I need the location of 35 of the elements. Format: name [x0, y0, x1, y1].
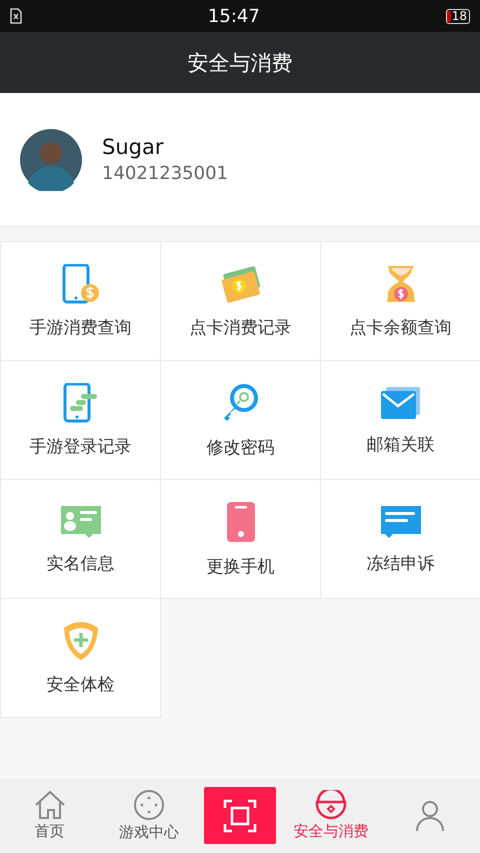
menu-tile[interactable]: 安全体检: [0, 598, 161, 718]
message-icon: [380, 504, 422, 540]
tab-bar-item[interactable]: 游戏中心: [104, 789, 193, 842]
scan-icon: [222, 798, 257, 832]
person-icon: [415, 800, 446, 832]
menu-tile[interactable]: 邮箱关联: [320, 360, 480, 480]
shield-icon: [62, 620, 100, 660]
lock-icon: [315, 790, 348, 820]
mail-icon: [380, 384, 422, 420]
menu-tile[interactable]: 手游登录记录: [0, 360, 161, 480]
phone-icon: [226, 500, 256, 542]
tab-bar-item[interactable]: 首页: [6, 790, 94, 841]
sim-icon: [10, 8, 22, 24]
menu-tile[interactable]: 更换手机: [160, 479, 321, 599]
menu-tile[interactable]: 点卡余额查询: [320, 241, 480, 361]
page-title: 安全与消费: [188, 50, 292, 76]
phone-coin-icon: [62, 264, 100, 304]
battery-indicator: 18: [446, 8, 470, 24]
gamepad-icon: [132, 789, 165, 821]
menu-tile[interactable]: 修改密码: [160, 360, 321, 480]
scan-button[interactable]: [204, 787, 276, 844]
phone-log-icon: [62, 382, 98, 422]
avatar-icon: [20, 128, 82, 190]
status-time: 15:47: [208, 6, 260, 26]
user-phone: 14021235001: [102, 163, 228, 184]
menu-tile[interactable]: 冻结申诉: [320, 479, 480, 599]
id-card-icon: [60, 504, 102, 540]
menu-tile[interactable]: 手游消费查询: [0, 241, 161, 361]
tab-bar-item[interactable]: 安全与消费: [287, 790, 376, 841]
menu-tile[interactable]: 点卡消费记录: [160, 241, 321, 361]
menu-tile[interactable]: 实名信息: [0, 479, 161, 599]
money-card-icon: [220, 264, 260, 304]
home-icon: [34, 790, 66, 820]
hourglass-icon: [384, 264, 416, 304]
user-name: Sugar: [102, 135, 164, 159]
